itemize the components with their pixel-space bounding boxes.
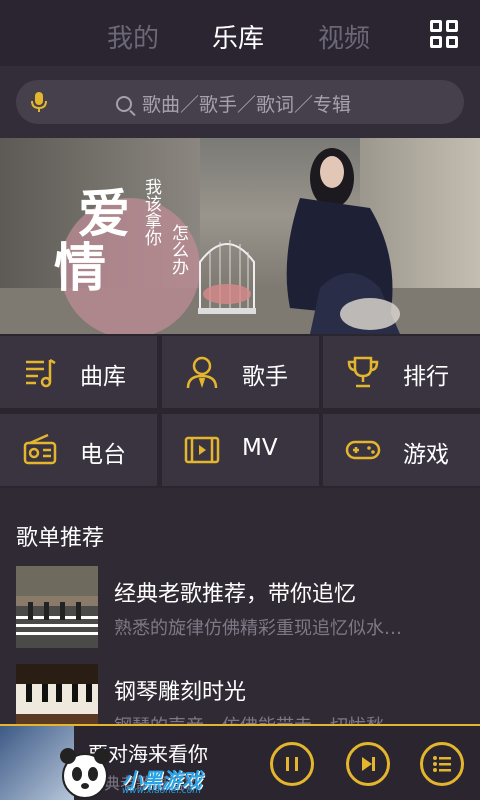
playlist-cover-image: [16, 566, 98, 648]
playlist-description: 熟悉的旋律仿佛精彩重现追忆似水…: [114, 618, 402, 639]
playlist-title: 钢琴雕刻时光: [114, 680, 247, 705]
menu-radio[interactable]: 电台: [0, 414, 157, 486]
category-grid: 曲库 歌手 排行 电台 MV 游戏: [0, 334, 480, 488]
playlist-item[interactable]: 经典老歌推荐，带你追忆 熟悉的旋律仿佛精彩重现追忆似水…: [0, 566, 480, 656]
music-library-icon: [26, 358, 56, 388]
search-placeholder: 歌曲／歌手／歌词／专辑: [142, 94, 352, 116]
menu-charts[interactable]: 排行: [323, 336, 480, 408]
menu-label: 歌手: [242, 364, 288, 390]
gamepad-icon: [345, 440, 381, 460]
recommended-playlists: 歌单推荐 经典老歌推荐，带你追忆 熟悉的旋律仿佛精彩重现追忆似水… 钢琴雕刻时光…: [0, 488, 480, 746]
next-button[interactable]: [346, 742, 390, 786]
banner-subtitle-2: 怎么办: [168, 224, 188, 275]
menu-label: 游戏: [403, 442, 449, 468]
promo-banner[interactable]: 爱 情 我该拿你 怎么办 love: [0, 138, 480, 334]
search-input[interactable]: 歌曲／歌手／歌词／专辑: [16, 80, 464, 124]
search-icon: [116, 96, 132, 112]
pause-button[interactable]: [270, 742, 314, 786]
menu-label: 排行: [403, 364, 449, 390]
list-icon: [433, 756, 451, 772]
menu-label: MV: [242, 435, 278, 461]
tab-video[interactable]: 视频: [318, 18, 370, 55]
next-track-icon: [362, 757, 375, 771]
playlist-queue-button[interactable]: [420, 742, 464, 786]
menu-label: 曲库: [80, 364, 126, 390]
grid-menu-icon[interactable]: [430, 20, 460, 50]
trophy-icon: [347, 356, 379, 388]
watermark-url: www.xiaohei.com: [122, 786, 202, 796]
menu-singers[interactable]: 歌手: [162, 336, 319, 408]
top-tab-bar: 我的 乐库 视频: [0, 0, 480, 66]
birdcage-illustration: [198, 240, 256, 314]
site-watermark: 小黑游戏 www.xiaohei.com: [50, 744, 220, 800]
mv-film-icon: [184, 436, 220, 464]
section-title: 歌单推荐: [16, 526, 105, 551]
menu-label: 电台: [80, 442, 126, 468]
banner-subtitle-1: 我该拿你: [141, 178, 161, 246]
search-area: 歌曲／歌手／歌词／专辑: [0, 66, 480, 138]
microphone-icon[interactable]: [30, 90, 48, 114]
menu-music-library[interactable]: 曲库: [0, 336, 157, 408]
banner-woman-image: [286, 148, 400, 334]
singer-icon: [186, 356, 218, 389]
banner-title-char-2: 情: [54, 238, 107, 299]
panda-logo-icon: [60, 748, 110, 799]
pause-icon: [286, 757, 298, 771]
menu-mv[interactable]: MV: [162, 414, 319, 486]
tab-music-library[interactable]: 乐库: [212, 18, 264, 55]
playlist-title: 经典老歌推荐，带你追忆: [114, 582, 357, 607]
menu-games[interactable]: 游戏: [323, 414, 480, 486]
radio-icon: [23, 433, 57, 465]
tab-mine[interactable]: 我的: [107, 18, 159, 55]
